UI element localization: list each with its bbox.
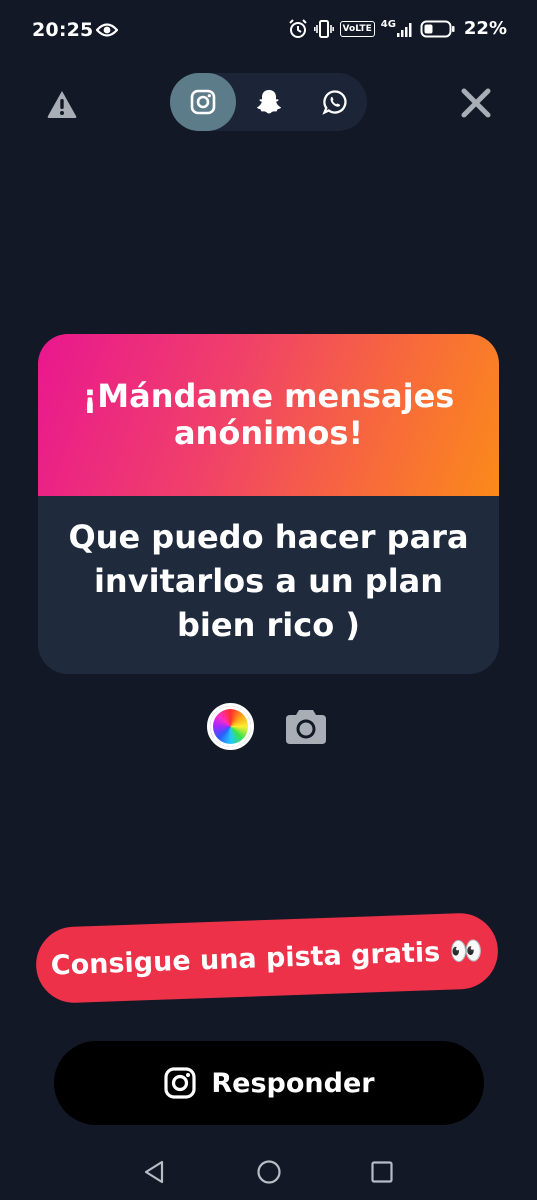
volte-badge: VoLTE	[339, 20, 375, 37]
card-message: Que puedo hacer para invitarlos a un pla…	[68, 518, 469, 644]
whatsapp-icon	[322, 90, 347, 115]
camera-icon[interactable]	[284, 704, 328, 748]
signal-icon	[396, 22, 412, 37]
card-header: ¡Mándame mensajes anónimos!	[38, 334, 499, 496]
free-hint-label: Consigue una pista gratis 👀	[50, 935, 484, 982]
instagram-icon	[190, 89, 216, 115]
color-picker-button[interactable]	[207, 703, 254, 750]
share-tab-whatsapp[interactable]	[302, 73, 368, 131]
warning-icon[interactable]	[46, 88, 78, 120]
reply-button-label: Responder	[211, 1067, 375, 1099]
recent-apps-icon[interactable]	[370, 1160, 394, 1184]
card-title: ¡Mándame mensajes anónimos!	[82, 377, 455, 452]
share-destination-selector	[170, 73, 367, 131]
network-type: 4G	[380, 18, 396, 30]
free-hint-button[interactable]: Consigue una pista gratis 👀	[34, 911, 500, 1005]
card-body: Que puedo hacer para invitarlos a un pla…	[38, 496, 499, 674]
battery-icon	[420, 20, 455, 37]
close-icon[interactable]	[459, 86, 493, 120]
status-icons: VoLTE 4G 22%	[288, 18, 507, 39]
alarm-icon	[288, 18, 307, 38]
home-icon[interactable]	[256, 1159, 282, 1185]
snapchat-icon	[257, 90, 281, 114]
status-time: 20:25	[32, 19, 94, 41]
system-navigation-bar	[0, 1140, 537, 1200]
status-bar: 20:25 VoLTE 4G 22%	[0, 0, 537, 64]
battery-percent: 22%	[463, 18, 507, 39]
reply-button[interactable]: Responder	[54, 1041, 484, 1125]
message-card: ¡Mándame mensajes anónimos! Que puedo ha…	[38, 334, 499, 674]
share-tab-instagram[interactable]	[170, 73, 236, 131]
eye-icon	[96, 23, 118, 37]
back-icon[interactable]	[143, 1160, 165, 1184]
vibrate-icon	[313, 19, 334, 38]
share-tab-snapchat[interactable]	[236, 73, 302, 131]
instagram-icon	[164, 1067, 196, 1099]
